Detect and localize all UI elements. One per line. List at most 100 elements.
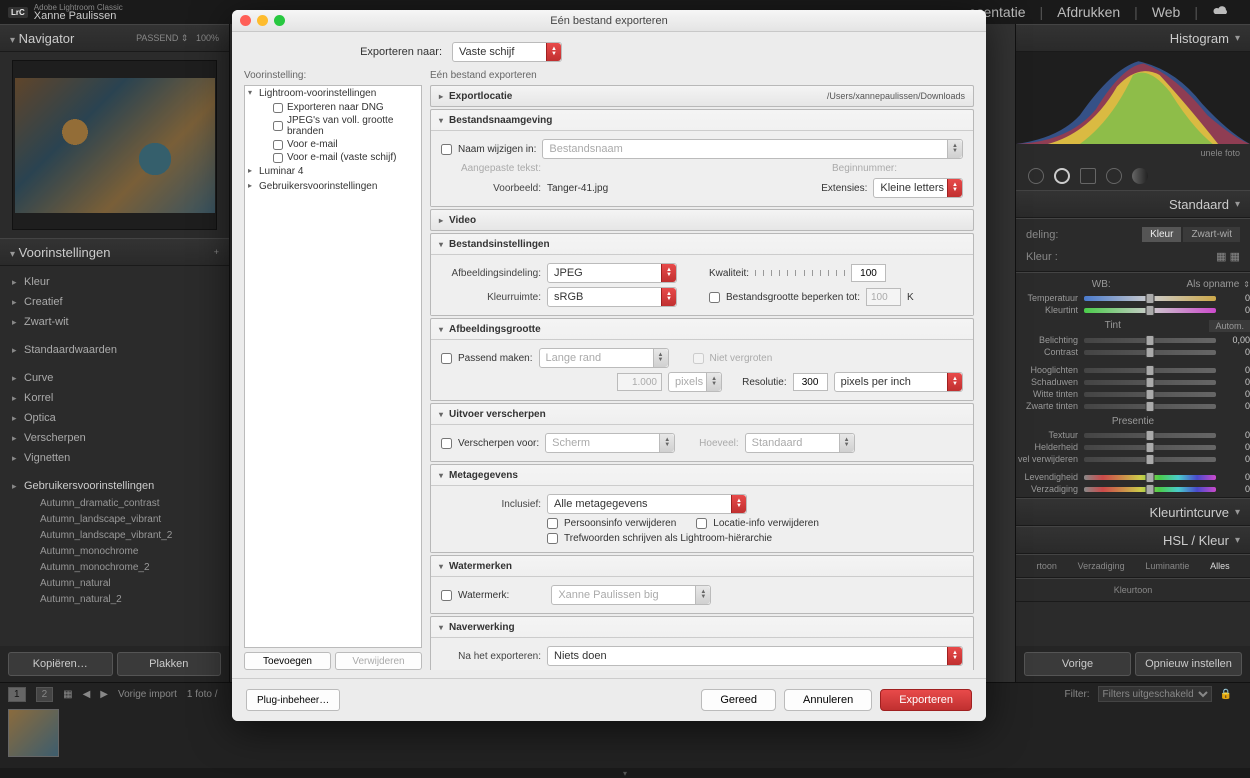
- cloud-sync-icon[interactable]: [1212, 4, 1230, 20]
- quality-input[interactable]: [851, 264, 886, 282]
- treatment-bw[interactable]: Zwart-wit: [1183, 227, 1240, 242]
- preset-group[interactable]: Zwart-wit: [0, 312, 229, 332]
- preset-group[interactable]: Optica: [0, 408, 229, 428]
- presets-header[interactable]: ▾ Voorinstellingen +: [0, 238, 229, 266]
- user-preset[interactable]: Autumn_landscape_vibrant: [0, 512, 229, 528]
- metadata-include-select[interactable]: Alle metagegevens▲▼: [547, 494, 747, 514]
- slider-track[interactable]: [1084, 338, 1216, 343]
- format-select[interactable]: JPEG▲▼: [547, 263, 677, 283]
- limit-size-input[interactable]: [866, 288, 901, 306]
- slider-track[interactable]: [1084, 457, 1216, 462]
- sharpen-checkbox[interactable]: [441, 438, 452, 449]
- basic-header[interactable]: Standaard ▾: [1016, 190, 1250, 218]
- previous-button[interactable]: Vorige: [1024, 652, 1131, 676]
- preset-user-group[interactable]: Gebruikersvoorinstellingen: [0, 476, 229, 496]
- export-button[interactable]: Exporteren: [880, 689, 972, 711]
- slider-value[interactable]: 0: [1222, 365, 1250, 375]
- histogram-header[interactable]: Histogram ▾: [1016, 24, 1250, 52]
- tonecurve-header[interactable]: Kleurtintcurve▾: [1016, 498, 1250, 526]
- preset-group[interactable]: Luminar 4: [245, 164, 421, 179]
- grid-icon[interactable]: ▦ ▦: [1216, 250, 1240, 263]
- presets-list[interactable]: Kleur Creatief Zwart-wit Standaardwaarde…: [0, 266, 229, 646]
- preset-group[interactable]: Korrel: [0, 388, 229, 408]
- close-window-icon[interactable]: [240, 15, 251, 26]
- slider-track[interactable]: [1084, 350, 1216, 355]
- remove-person-checkbox[interactable]: [547, 518, 558, 529]
- slider-value[interactable]: 0: [1222, 430, 1250, 440]
- preset-group[interactable]: Kleur: [0, 272, 229, 292]
- preset-item[interactable]: Voor e-mail: [245, 138, 421, 151]
- nav-fwd-icon[interactable]: ▶: [100, 689, 108, 700]
- preset-group[interactable]: Vignetten: [0, 448, 229, 468]
- stepper-icon[interactable]: ▲▼: [546, 43, 561, 61]
- preset-group[interactable]: Standaardwaarden: [0, 340, 229, 360]
- slider-value[interactable]: 0: [1222, 484, 1250, 494]
- no-enlarge-checkbox[interactable]: [693, 353, 704, 364]
- colorspace-select[interactable]: sRGB▲▼: [547, 287, 677, 307]
- navigator-preview[interactable]: [12, 60, 217, 230]
- hsl-tab[interactable]: Luminantie: [1145, 561, 1189, 571]
- minimize-window-icon[interactable]: [257, 15, 268, 26]
- size-unit-select[interactable]: pixels▲▼: [668, 372, 722, 392]
- sharpen-amount-select[interactable]: Standaard▲▼: [745, 433, 855, 453]
- slider-track[interactable]: [1084, 404, 1216, 409]
- slider-track[interactable]: [1084, 433, 1216, 438]
- view-2[interactable]: 2: [36, 687, 54, 702]
- remove-preset-button[interactable]: Verwijderen: [335, 652, 422, 670]
- slider-track[interactable]: [1084, 445, 1216, 450]
- preset-group[interactable]: Curve: [0, 368, 229, 388]
- export-to-select[interactable]: Vaste schijf ▲▼: [452, 42, 562, 62]
- wb-value[interactable]: Als opname: [1186, 279, 1239, 290]
- watermark-select[interactable]: Xanne Paulissen big▲▼: [551, 585, 711, 605]
- slider-track[interactable]: [1084, 308, 1216, 313]
- hsl-tab[interactable]: Verzadiging: [1078, 561, 1125, 571]
- redeye-tool-icon[interactable]: [1106, 168, 1122, 184]
- export-preset-list[interactable]: Lightroom-voorinstellingen Exporteren na…: [244, 85, 422, 648]
- slider-value[interactable]: 0: [1222, 454, 1250, 464]
- filter-lock-icon[interactable]: 🔒: [1220, 689, 1232, 700]
- plugin-manager-button[interactable]: Plug-inbeheer…: [246, 689, 340, 711]
- prev-import[interactable]: Vorige import: [118, 689, 177, 700]
- resize-mode-select[interactable]: Lange rand▲▼: [539, 348, 669, 368]
- slider-value[interactable]: 0: [1222, 389, 1250, 399]
- reset-button[interactable]: Opnieuw instellen: [1135, 652, 1242, 676]
- cancel-button[interactable]: Annuleren: [784, 689, 872, 711]
- user-preset[interactable]: Autumn_dramatic_contrast: [0, 496, 229, 512]
- slider-value[interactable]: 0: [1222, 293, 1250, 303]
- mask-tool-icon[interactable]: [1080, 168, 1096, 184]
- view-1[interactable]: 1: [8, 687, 26, 702]
- preset-group[interactable]: Gebruikersvoorinstellingen: [245, 179, 421, 194]
- extension-case-select[interactable]: Kleine letters▲▼: [873, 178, 963, 198]
- grid-icon[interactable]: ▦: [63, 689, 72, 700]
- filter-select[interactable]: Filters uitgeschakeld: [1098, 686, 1212, 702]
- zoom-window-icon[interactable]: [274, 15, 285, 26]
- slider-track[interactable]: [1084, 296, 1216, 301]
- add-preset-button[interactable]: Toevoegen: [244, 652, 331, 670]
- slider-value[interactable]: 0: [1222, 442, 1250, 452]
- nav-back-icon[interactable]: ◀: [83, 689, 91, 700]
- treatment-color[interactable]: Kleur: [1142, 227, 1181, 242]
- spot-tool-icon[interactable]: [1054, 168, 1070, 184]
- watermark-checkbox[interactable]: [441, 590, 452, 601]
- preset-group[interactable]: Verscherpen: [0, 428, 229, 448]
- crop-tool-icon[interactable]: [1028, 168, 1044, 184]
- slider-track[interactable]: [1084, 380, 1216, 385]
- slider-track[interactable]: [1084, 368, 1216, 373]
- preset-item[interactable]: Exporteren naar DNG: [245, 101, 421, 114]
- paste-button[interactable]: Plakken: [117, 652, 222, 676]
- keywords-hierarchy-checkbox[interactable]: [547, 533, 558, 544]
- slider-track[interactable]: [1084, 487, 1216, 492]
- preset-item[interactable]: JPEG's van voll. grootte branden: [245, 114, 421, 138]
- user-preset[interactable]: Autumn_natural_2: [0, 592, 229, 608]
- grad-tool-icon[interactable]: [1132, 168, 1148, 184]
- slider-value[interactable]: 0: [1222, 401, 1250, 411]
- slider-value[interactable]: 0: [1222, 305, 1250, 315]
- limit-size-checkbox[interactable]: [709, 292, 720, 303]
- nav-web[interactable]: Web: [1152, 4, 1181, 20]
- user-preset[interactable]: Autumn_landscape_vibrant_2: [0, 528, 229, 544]
- user-preset[interactable]: Autumn_monochrome_2: [0, 560, 229, 576]
- slider-value[interactable]: 0: [1222, 377, 1250, 387]
- user-preset[interactable]: Autumn_natural: [0, 576, 229, 592]
- slider-value[interactable]: 0,00: [1222, 335, 1250, 345]
- after-export-select[interactable]: Niets doen▲▼: [547, 646, 963, 666]
